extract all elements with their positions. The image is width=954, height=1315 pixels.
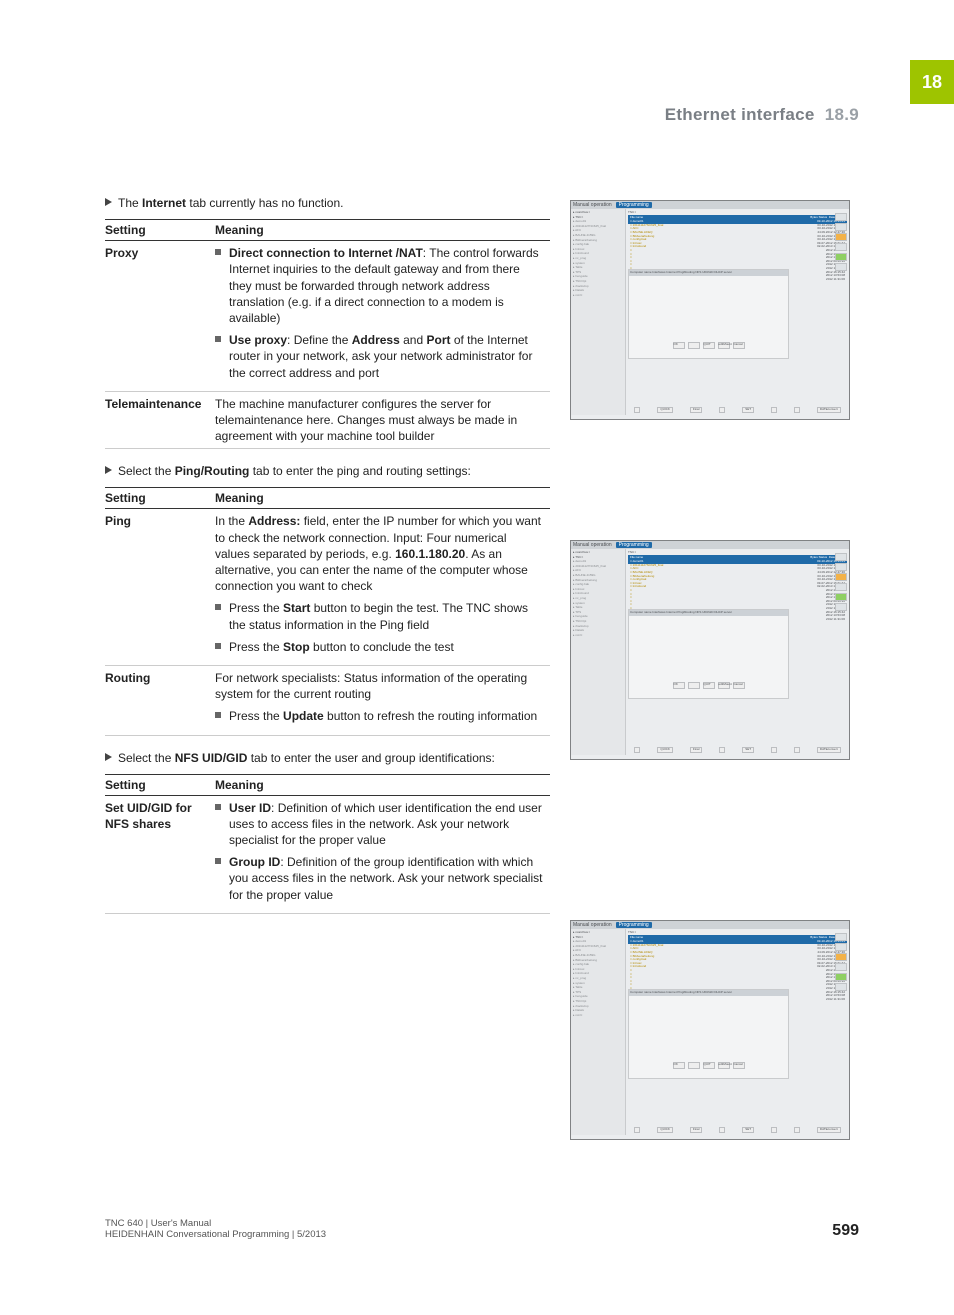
- cell-val: The machine manufacturer configures the …: [215, 391, 550, 449]
- th-setting: Setting: [105, 220, 215, 241]
- shot-softkey-row: QUICKFinalSETDATEconvert: [628, 747, 847, 753]
- th-setting: Setting: [105, 774, 215, 795]
- list-item: Press the Stop button to conclude the te…: [229, 639, 544, 655]
- cell-key: Routing: [105, 665, 215, 735]
- screenshot-ping-tab: Manual operation Programming ▸ ncarchive:…: [570, 540, 850, 760]
- mode-manual: Manual operation: [573, 542, 612, 548]
- shot-dir-tree: ▸ ncarchive:\▸ TNC:\▸ demo01▸ 201111127N…: [571, 209, 626, 415]
- running-head-num: 18.9: [825, 105, 859, 124]
- th-meaning: Meaning: [215, 488, 550, 509]
- list-item: User ID: Definition of which user identi…: [229, 800, 544, 849]
- shot-titlebar: Manual operation Programming: [571, 201, 849, 209]
- shot-file-panel: TNC:\ File nameBytes Status Date Time □ …: [626, 929, 849, 1135]
- running-head-text: Ethernet interface: [665, 105, 815, 124]
- cell-key: Set UID/GID for NFS shares: [105, 795, 215, 913]
- cell-key: Telemaintenance: [105, 391, 215, 449]
- triangle-bullet-icon: [105, 753, 112, 761]
- shot-file-panel: TNC:\ File nameBytes Status Date Time □ …: [626, 549, 849, 755]
- th-setting: Setting: [105, 488, 215, 509]
- triangle-bullet-icon: [105, 466, 112, 474]
- cell-key: Proxy: [105, 241, 215, 392]
- mode-programming: Programming: [616, 922, 652, 928]
- page-number: 599: [832, 1222, 859, 1240]
- shot-dialog: Computer name Interfaces Internet Ping/R…: [628, 269, 789, 359]
- lead-internet: The Internet tab currently has no functi…: [105, 195, 550, 211]
- cell-val: In the Address: field, enter the IP numb…: [215, 509, 550, 666]
- shot-dlg-buttons: OKQUITeditMountCancel: [629, 1062, 788, 1069]
- table-ping: SettingMeaning Ping In the Address: fiel…: [105, 487, 550, 735]
- shot-softkey-row: QUICKFinalSETDATEconvert: [628, 407, 847, 413]
- table-proxy: SettingMeaning Proxy Direct connection t…: [105, 219, 550, 449]
- cell-val: Direct connection to Internet /NAT: The …: [215, 241, 550, 392]
- shot-right-icons: [835, 553, 847, 611]
- table-row: Telemaintenance The machine manufacturer…: [105, 391, 550, 449]
- th-meaning: Meaning: [215, 220, 550, 241]
- mode-programming: Programming: [616, 202, 652, 208]
- list-item: Direct connection to Internet /NAT: The …: [229, 245, 544, 326]
- shot-dlg-buttons: OKQUITeditMountCancel: [629, 682, 788, 689]
- lead-pingrouting: Select the Ping/Routing tab to enter the…: [105, 463, 550, 479]
- shot-dlg-buttons: OKQUITeditMountCancel: [629, 342, 788, 349]
- shot-dialog: Computer name Interfaces Internet Ping/R…: [628, 609, 789, 699]
- chapter-side-tab: 18: [910, 60, 954, 104]
- screenshot-nfs-tab: Manual operation Programming ▸ ncarchive:…: [570, 920, 850, 1140]
- lead-nfs: Select the NFS UID/GID tab to enter the …: [105, 750, 550, 766]
- table-nfs: SettingMeaning Set UID/GID for NFS share…: [105, 774, 550, 914]
- table-row: Routing For network specialists: Status …: [105, 665, 550, 735]
- mode-programming: Programming: [616, 542, 652, 548]
- shot-titlebar: Manual operation Programming: [571, 541, 849, 549]
- shot-right-icons: [835, 213, 847, 271]
- shot-titlebar: Manual operation Programming: [571, 921, 849, 929]
- table-row: Ping In the Address: field, enter the IP…: [105, 509, 550, 666]
- shot-dir-tree: ▸ ncarchive:\▸ TNC:\▸ demo01▸ 201111127N…: [571, 929, 626, 1135]
- footer-line1: TNC 640 | User's Manual: [105, 1218, 326, 1229]
- shot-right-icons: [835, 933, 847, 991]
- table-row: Proxy Direct connection to Internet /NAT…: [105, 241, 550, 392]
- list-item: Use proxy: Define the Address and Port o…: [229, 332, 544, 381]
- shot-dir-tree: ▸ ncarchive:\▸ TNC:\▸ demo01▸ 201111127N…: [571, 549, 626, 755]
- shot-file-panel: TNC:\ File nameBytes Status Date Time □ …: [626, 209, 849, 415]
- triangle-bullet-icon: [105, 198, 112, 206]
- cell-val: User ID: Definition of which user identi…: [215, 795, 550, 913]
- mode-manual: Manual operation: [573, 202, 612, 208]
- shot-softkey-row: QUICKFinalSETDATEconvert: [628, 1127, 847, 1133]
- th-meaning: Meaning: [215, 774, 550, 795]
- list-item: Group ID: Definition of the group identi…: [229, 854, 544, 903]
- main-content: The Internet tab currently has no functi…: [105, 195, 550, 928]
- cell-val: For network specialists: Status informat…: [215, 665, 550, 735]
- shot-dialog: Computer name Interfaces Internet Ping/R…: [628, 989, 789, 1079]
- page-footer: TNC 640 | User's Manual HEIDENHAIN Conve…: [105, 1218, 859, 1240]
- mode-manual: Manual operation: [573, 922, 612, 928]
- screenshot-internet-tab: Manual operation Programming ▸ ncarchive:…: [570, 200, 850, 420]
- table-row: Set UID/GID for NFS shares User ID: Defi…: [105, 795, 550, 913]
- footer-line2: HEIDENHAIN Conversational Programming | …: [105, 1229, 326, 1240]
- running-head: Ethernet interface 18.9: [665, 105, 859, 125]
- list-item: Press the Start button to begin the test…: [229, 600, 544, 632]
- cell-key: Ping: [105, 509, 215, 666]
- list-item: Press the Update button to refresh the r…: [229, 708, 544, 724]
